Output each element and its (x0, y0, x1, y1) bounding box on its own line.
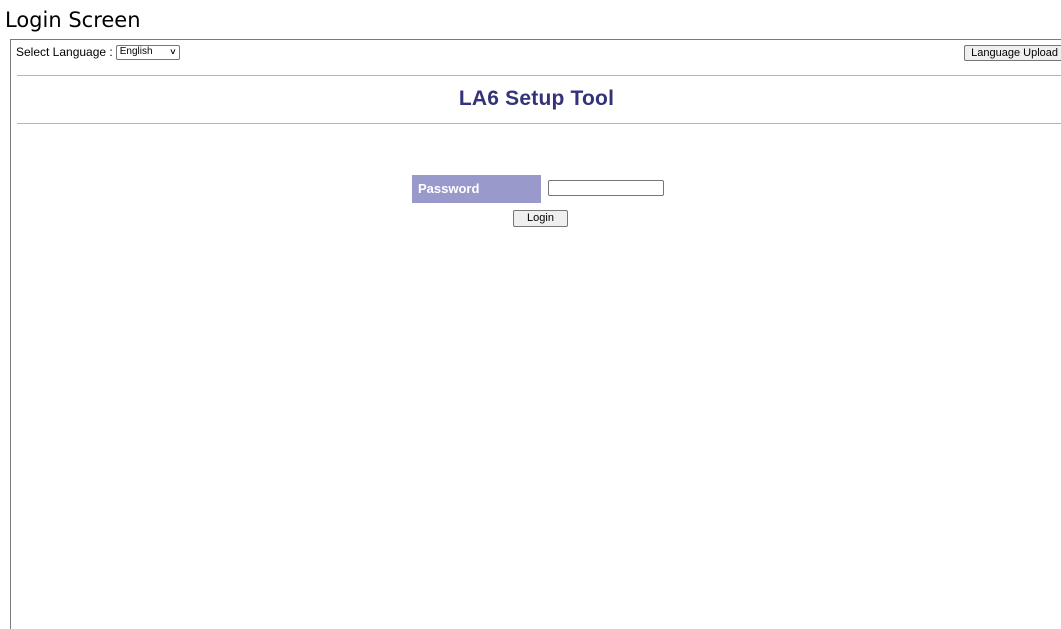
app-window: Select Language : English ∨ Language Upl… (10, 39, 1061, 629)
screen-caption: Login Screen (5, 8, 141, 32)
header-divider-top (17, 75, 1061, 76)
language-selected-value: English (119, 46, 153, 57)
page-title: LA6 Setup Tool (458, 87, 615, 110)
language-upload-button[interactable]: Language Upload (964, 45, 1061, 61)
language-label: Select Language : (16, 45, 113, 59)
language-select[interactable]: English ∨ (115, 44, 180, 60)
login-button[interactable]: Login (513, 210, 568, 227)
chevron-down-icon: ∨ (169, 47, 177, 56)
password-input[interactable] (548, 180, 664, 196)
top-bar: Select Language : English ∨ Language Upl… (11, 40, 1061, 66)
header-divider-bottom (17, 123, 1061, 124)
language-selector: Select Language : English ∨ (16, 44, 180, 60)
password-label: Password (412, 175, 541, 203)
